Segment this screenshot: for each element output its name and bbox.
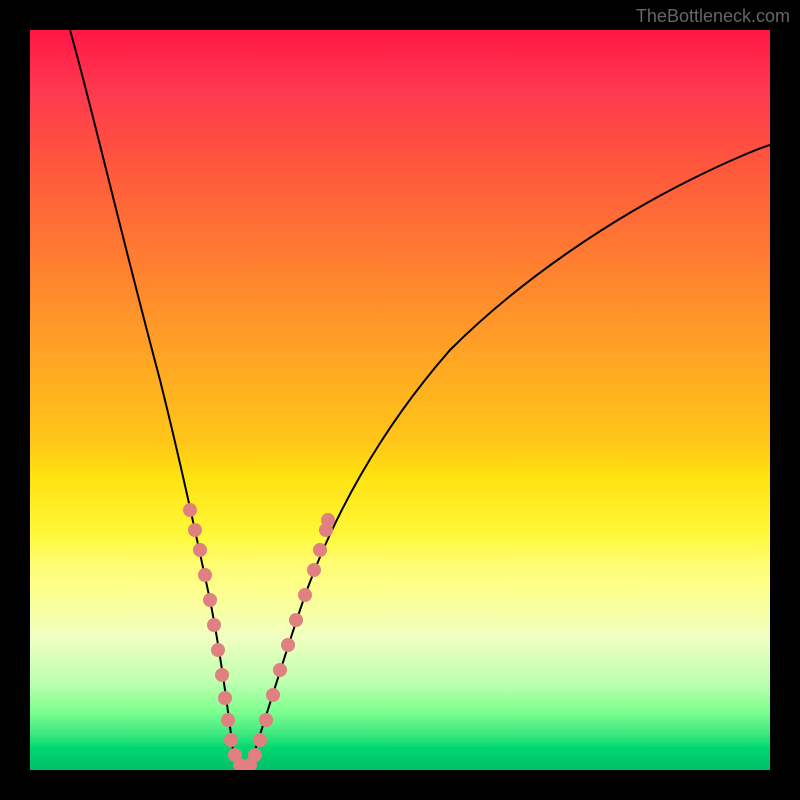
scatter-points-upper-right: [313, 513, 335, 557]
data-point: [188, 523, 202, 537]
watermark-text: TheBottleneck.com: [636, 6, 790, 27]
data-point: [193, 543, 207, 557]
data-point: [207, 618, 221, 632]
data-point: [259, 713, 273, 727]
data-point: [183, 503, 197, 517]
data-point: [266, 688, 280, 702]
data-point: [218, 691, 232, 705]
data-point: [198, 568, 212, 582]
data-point: [289, 613, 303, 627]
data-point: [273, 663, 287, 677]
data-point: [298, 588, 312, 602]
data-point: [211, 643, 225, 657]
chart-area: [30, 30, 770, 770]
data-point: [221, 713, 235, 727]
bottleneck-curve: [70, 30, 770, 770]
chart-svg: [30, 30, 770, 770]
data-point: [321, 513, 335, 527]
data-point: [313, 543, 327, 557]
data-point: [307, 563, 321, 577]
data-point: [224, 733, 238, 747]
data-point: [203, 593, 217, 607]
scatter-points-right: [243, 563, 321, 770]
data-point: [253, 733, 267, 747]
data-point: [248, 748, 262, 762]
data-point: [215, 668, 229, 682]
data-point: [281, 638, 295, 652]
